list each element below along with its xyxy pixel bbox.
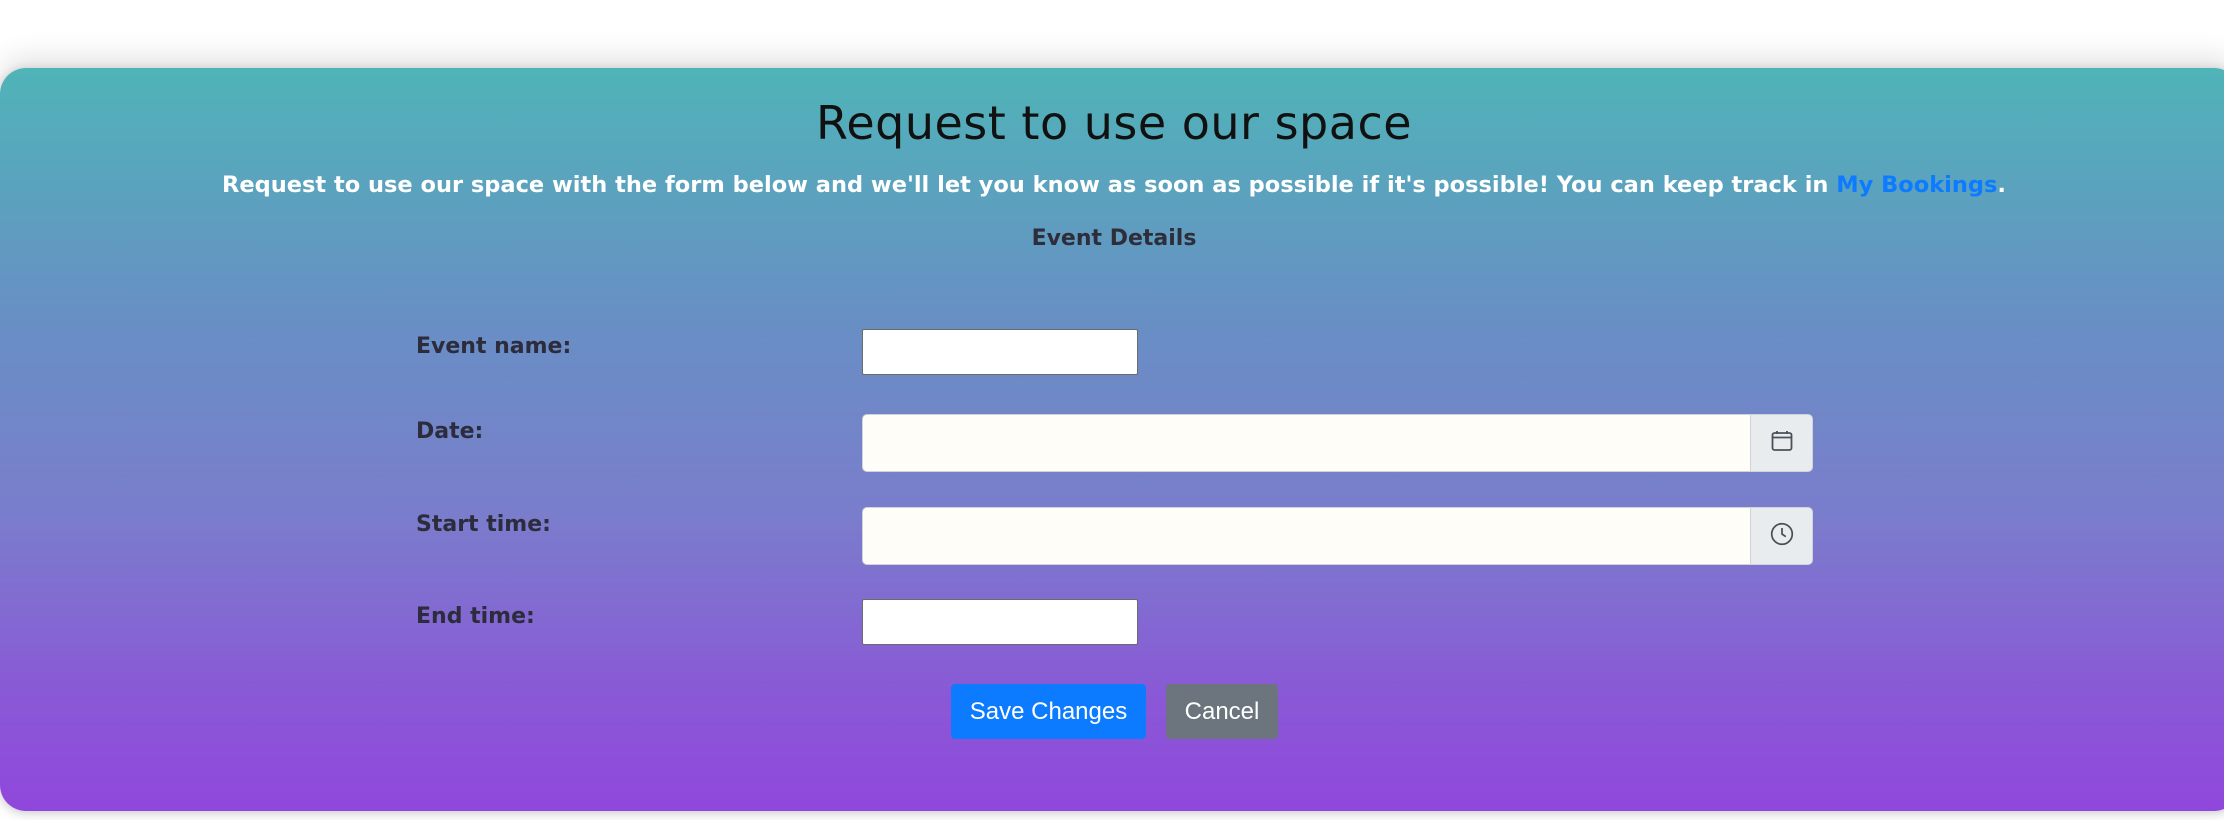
- date-input[interactable]: [862, 414, 1750, 472]
- save-changes-button[interactable]: Save Changes: [951, 684, 1146, 739]
- calendar-icon: [1770, 429, 1794, 457]
- clock-icon: [1769, 521, 1795, 551]
- my-bookings-link[interactable]: My Bookings: [1836, 172, 1997, 198]
- section-title-event-details: Event Details: [1031, 226, 1197, 251]
- start-time-input[interactable]: [862, 507, 1750, 565]
- date-picker-button[interactable]: [1750, 414, 1813, 472]
- subtitle-period: .: [1997, 172, 2006, 198]
- date-input-group: [862, 414, 1813, 472]
- start-time-label: Start time:: [416, 512, 551, 537]
- start-time-input-group: [862, 507, 1813, 565]
- date-label: Date:: [416, 419, 484, 444]
- cancel-button[interactable]: Cancel: [1166, 684, 1278, 739]
- page-title: Request to use our space: [815, 96, 1413, 150]
- subtitle-text: Request to use our space with the form b…: [222, 172, 1837, 198]
- time-picker-button[interactable]: [1750, 507, 1813, 565]
- event-name-label: Event name:: [416, 334, 572, 359]
- end-time-input[interactable]: [862, 599, 1138, 645]
- page-subtitle: Request to use our space with the form b…: [0, 172, 2224, 198]
- event-name-input[interactable]: [862, 329, 1138, 375]
- end-time-label: End time:: [416, 604, 535, 629]
